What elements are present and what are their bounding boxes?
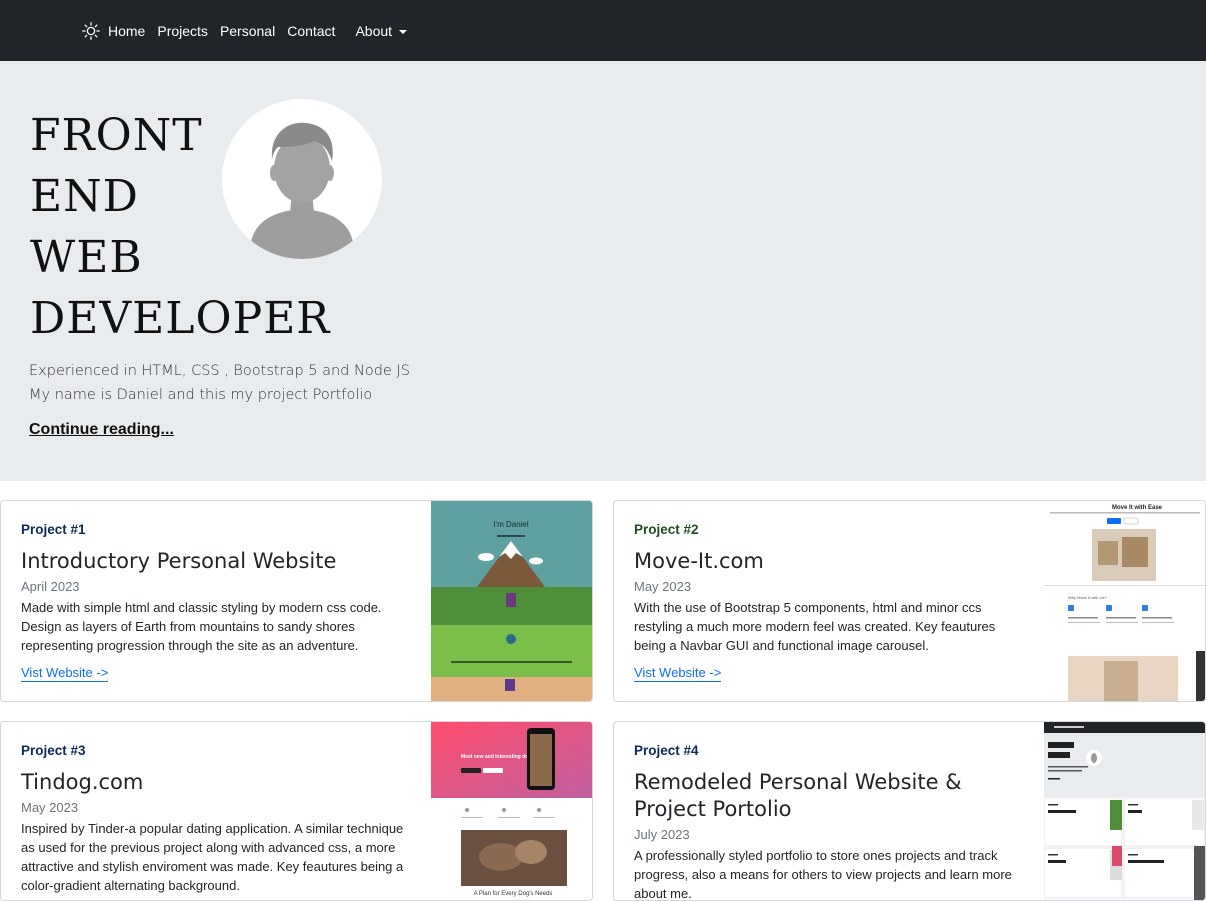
project-card-1: Project #1 Introductory Personal Website… — [0, 500, 593, 702]
project-thumbnail[interactable]: Meet new and interesting dogs nearby. A … — [431, 722, 592, 900]
visit-website-link[interactable]: Vist Website -> — [21, 665, 109, 682]
project-title: Introductory Personal Website — [21, 549, 337, 573]
project-thumbnail[interactable] — [1044, 722, 1205, 900]
project-title: Tindog.com — [21, 770, 144, 794]
project-date: May 2023 — [21, 800, 79, 815]
nav-link-home[interactable]: Home — [108, 23, 145, 39]
project-description: With the use of Bootstrap 5 components, … — [634, 600, 996, 653]
svg-text:Why Move It with Us?: Why Move It with Us? — [1068, 595, 1107, 600]
sun-icon[interactable] — [82, 21, 100, 40]
thumbnail-heading: I'm Daniel — [493, 520, 529, 529]
nav-link-contact[interactable]: Contact — [287, 23, 335, 39]
visit-website-link[interactable]: Vist Website -> — [634, 665, 722, 682]
project-date: July 2023 — [634, 827, 690, 842]
project-thumbnail[interactable]: Move It with Ease Why Move It with Us? — [1044, 501, 1205, 701]
project-date: May 2023 — [634, 579, 692, 594]
thumbnail-heading: Move It with Ease — [1112, 505, 1163, 511]
project-card-2: Project #2 Move-It.com May 2023 With the… — [613, 500, 1206, 702]
navbar: Home Projects Personal Contact About — [0, 0, 1206, 61]
hero-section: FRONT END WEB DEVELOPER Experienced in H… — [0, 61, 1206, 481]
project-date: April 2023 — [21, 579, 80, 594]
project-description: Inspired by Tinder-a popular dating appl… — [21, 821, 404, 893]
about-dropdown[interactable]: About — [355, 23, 408, 39]
hero-lead: Experienced in HTML, CSS , Bootstrap 5 a… — [29, 359, 529, 407]
project-description: A professionally styled portfolio to sto… — [634, 848, 1012, 901]
project-card-4: Project #4 Remodeled Personal Website & … — [613, 721, 1206, 901]
about-dropdown-label[interactable]: About — [355, 23, 392, 39]
project-tag: Project #2 — [634, 522, 699, 537]
hero-lead-line-2: My name is Daniel and this my project Po… — [29, 387, 373, 403]
continue-reading-link[interactable]: Continue reading... — [29, 421, 174, 439]
project-thumbnail[interactable]: I'm Daniel — [431, 501, 592, 701]
person-silhouette-icon — [250, 122, 354, 259]
nav-link-personal[interactable]: Personal — [220, 23, 275, 39]
project-tag: Project #1 — [21, 522, 86, 537]
project-title: Move-It.com — [634, 549, 764, 573]
project-tag: Project #3 — [21, 743, 86, 758]
hero-lead-line-1: Experienced in HTML, CSS , Bootstrap 5 a… — [29, 363, 410, 379]
project-description: Made with simple html and classic stylin… — [21, 600, 382, 653]
project-tag: Project #4 — [634, 743, 699, 758]
caret-down-icon — [399, 29, 408, 34]
nav-link-projects[interactable]: Projects — [157, 23, 208, 39]
project-card-3: Project #3 Tindog.com May 2023 Inspired … — [0, 721, 593, 901]
thumbnail-caption: A Plan for Every Dog's Needs — [474, 891, 553, 897]
avatar — [222, 99, 382, 259]
project-title: Remodeled Personal Website & Project Por… — [634, 770, 962, 821]
